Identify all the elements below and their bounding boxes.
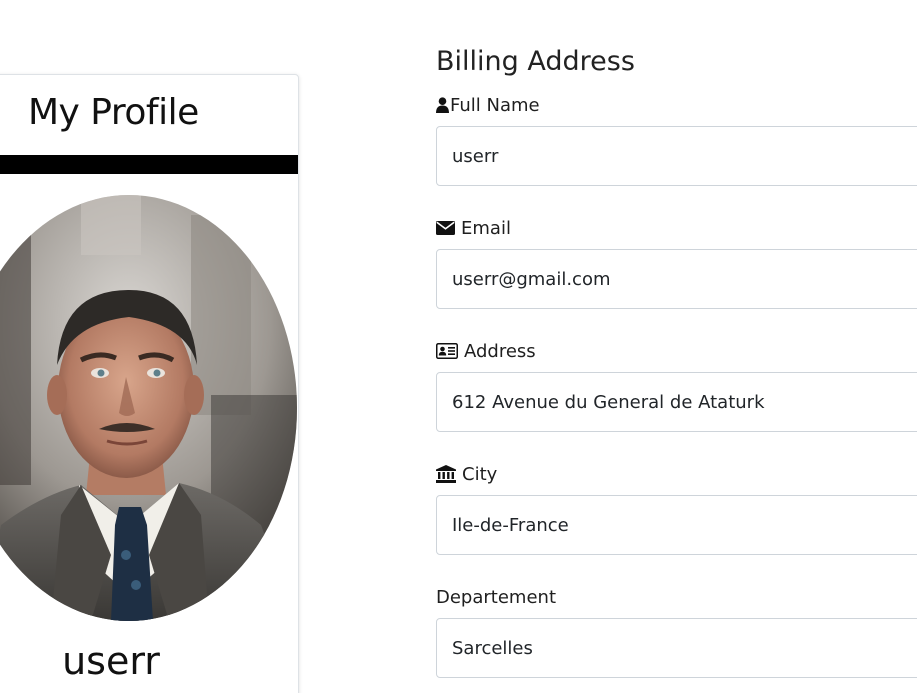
email-input[interactable] [436,249,917,309]
address-card-icon [436,343,458,359]
billing-address-form: Billing Address Full Name userr Email us… [436,42,917,678]
city-label-text: City [462,463,498,485]
departement-input[interactable] [436,618,917,678]
user-icon [436,97,449,113]
city-input[interactable] [436,495,917,555]
address-field-group: Address [436,339,917,432]
address-label-text: Address [464,340,536,362]
email-label-text: Email [461,217,511,239]
departement-field-group: Departement [436,585,917,678]
city-label: City [436,462,917,486]
profile-title: My Profile [28,92,199,133]
departement-label: Departement [436,585,917,609]
full-name-field-group: Full Name [436,93,917,186]
full-name-label: Full Name [436,93,917,117]
avatar-portrait-image [0,195,297,621]
address-label: Address [436,339,917,363]
page: My Profile userr Billing Address Full Na… [0,0,917,693]
billing-title: Billing Address [436,46,635,77]
institution-icon [436,465,456,483]
full-name-input[interactable] [436,126,917,186]
departement-label-text: Departement [436,586,556,608]
full-name-label-text: Full Name [450,94,540,116]
profile-card: My Profile userr [0,74,299,693]
profile-divider-bar [0,155,298,174]
profile-username: userr [62,639,160,683]
city-field-group: City [436,462,917,555]
avatar [0,195,297,621]
address-input[interactable] [436,372,917,432]
envelope-icon [436,221,455,235]
email-field-group: Email [436,216,917,309]
email-label: Email [436,216,917,240]
